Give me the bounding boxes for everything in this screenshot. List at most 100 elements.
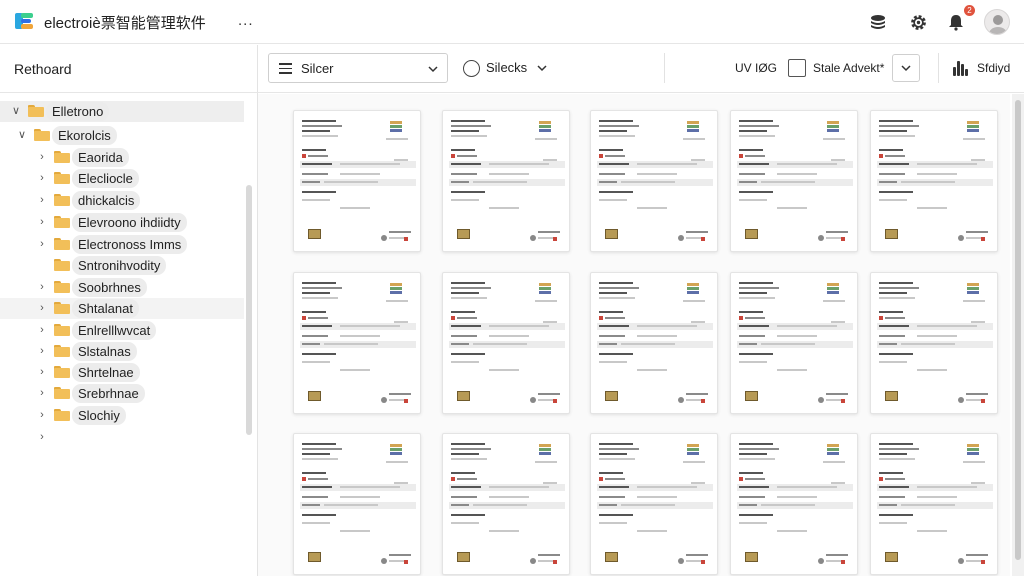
invoice-line (831, 159, 845, 161)
invoice-line (302, 287, 342, 289)
invoice-line (324, 343, 378, 345)
invoice-line (473, 343, 527, 345)
tree-item[interactable]: › Eaorida (0, 147, 244, 168)
invoice-line (340, 207, 370, 209)
marker-icon (404, 560, 408, 564)
layers-icon[interactable] (866, 10, 890, 34)
tree-item[interactable]: › Slochiy (0, 405, 244, 426)
invoice-line (599, 453, 627, 455)
chevron-right-icon[interactable]: › (36, 386, 48, 400)
tree-item-label: Shtalanat (72, 299, 139, 318)
tree-item[interactable]: Sntronihvodity (0, 255, 244, 276)
invoice-line (879, 458, 915, 460)
split-label[interactable]: Sfdiyd (977, 61, 1010, 75)
gear-icon[interactable] (906, 10, 930, 34)
grid-scrollbar-thumb[interactable] (1015, 100, 1021, 560)
chevron-right-icon[interactable]: › (36, 280, 48, 294)
invoice-line (683, 138, 705, 140)
chevron-down-icon[interactable]: ∨ (10, 104, 22, 118)
marker-icon (701, 399, 705, 403)
invoice-line (971, 159, 985, 161)
chevron-right-icon[interactable]: › (36, 323, 48, 337)
qr-code-icon (457, 391, 470, 401)
chevron-right-icon[interactable]: › (36, 171, 48, 185)
chevron-right-icon[interactable]: › (36, 365, 48, 379)
tree-item-label: Slstalnas (72, 342, 137, 361)
marker-icon (981, 399, 985, 403)
grid-scrollbar[interactable] (1012, 94, 1024, 576)
invoice-line (535, 300, 557, 302)
invoice-thumbnail[interactable] (870, 110, 998, 252)
invoice-line (451, 472, 475, 474)
invoice-line (451, 120, 485, 122)
invoice-thumbnail[interactable] (730, 272, 858, 414)
invoice-thumbnail[interactable] (590, 272, 718, 414)
tree-item-label: Elletrono (46, 102, 110, 121)
stamp-icon (687, 283, 699, 295)
invoice-thumbnail[interactable] (730, 110, 858, 252)
view-mode-label[interactable]: UV IØG (735, 61, 777, 75)
tree-item-label: Srebrhnae (72, 384, 145, 403)
sidebar-scrollbar[interactable] (246, 185, 252, 435)
invoice-thumbnail[interactable] (730, 433, 858, 575)
chevron-right-icon[interactable]: › (36, 408, 48, 422)
app-title: electroiè票智能管理软件 (44, 15, 206, 32)
invoice-line (777, 173, 817, 175)
filter-select[interactable]: Silcer (268, 53, 448, 83)
chevron-right-icon[interactable]: › (36, 430, 48, 444)
invoice-thumbnail[interactable] (442, 110, 570, 252)
tree-item[interactable]: › (0, 427, 244, 448)
tree-item[interactable]: › Slstalnas (0, 341, 244, 362)
invoice-thumbnail[interactable] (590, 110, 718, 252)
invoice-line (473, 504, 527, 506)
tree-item[interactable]: › Soobrhnes (0, 277, 244, 298)
chevron-right-icon[interactable]: › (36, 237, 48, 251)
scale-checkbox[interactable] (788, 59, 806, 77)
invoice-line (777, 530, 807, 532)
tree-item[interactable]: › Elecliocle (0, 168, 244, 189)
invoice-line (971, 482, 985, 484)
waveform-icon[interactable] (953, 61, 969, 76)
tree-item[interactable]: ∨ Elletrono (0, 101, 244, 122)
invoice-line (879, 173, 905, 175)
invoice-line (302, 458, 338, 460)
chevron-down-icon[interactable]: ∨ (16, 128, 28, 142)
chevron-right-icon[interactable]: › (36, 193, 48, 207)
invoice-thumbnail[interactable] (442, 433, 570, 575)
stamp-icon (539, 121, 551, 133)
chevron-right-icon[interactable]: › (36, 215, 48, 229)
tree-item[interactable]: ∨ Ekorolcis (0, 125, 244, 146)
chevron-down-icon[interactable] (536, 62, 548, 74)
scale-dropdown-button[interactable] (892, 54, 920, 82)
invoice-line (451, 504, 469, 506)
invoice-thumbnail[interactable] (293, 272, 421, 414)
chevron-right-icon[interactable]: › (36, 301, 48, 315)
tree-item[interactable]: › Electronoss Imms (0, 234, 244, 255)
invoice-thumbnail[interactable] (870, 272, 998, 414)
invoice-thumbnail[interactable] (293, 433, 421, 575)
more-menu-button[interactable]: ... (238, 12, 254, 29)
select-dropdown-label[interactable]: Silecks (486, 60, 527, 75)
chevron-right-icon[interactable]: › (36, 150, 48, 164)
tree-item[interactable]: › dhickalcis (0, 190, 244, 211)
invoice-line (451, 292, 479, 294)
invoice-thumbnail[interactable] (870, 433, 998, 575)
chevron-right-icon[interactable]: › (36, 344, 48, 358)
tree-item[interactable]: › Enlrelllwvcat (0, 320, 244, 341)
tree-item[interactable]: › Srebrhnae (0, 383, 244, 404)
user-avatar-icon[interactable] (984, 9, 1010, 35)
invoice-thumbnail[interactable] (293, 110, 421, 252)
stamp-icon (539, 444, 551, 456)
invoice-line (637, 369, 667, 371)
invoice-line (302, 181, 320, 183)
folder-icon (54, 172, 70, 184)
invoice-line (324, 504, 378, 506)
invoice-thumbnail[interactable] (442, 272, 570, 414)
select-all-radio[interactable] (463, 60, 480, 77)
invoice-thumbnail[interactable] (590, 433, 718, 575)
tree-item[interactable]: › Shrtelnae (0, 362, 244, 383)
invoice-line (599, 130, 627, 132)
tree-item[interactable]: › Elevroono ihdiidty (0, 212, 244, 233)
tree-item[interactable]: › Shtalanat (0, 298, 244, 319)
invoice-line (340, 369, 370, 371)
